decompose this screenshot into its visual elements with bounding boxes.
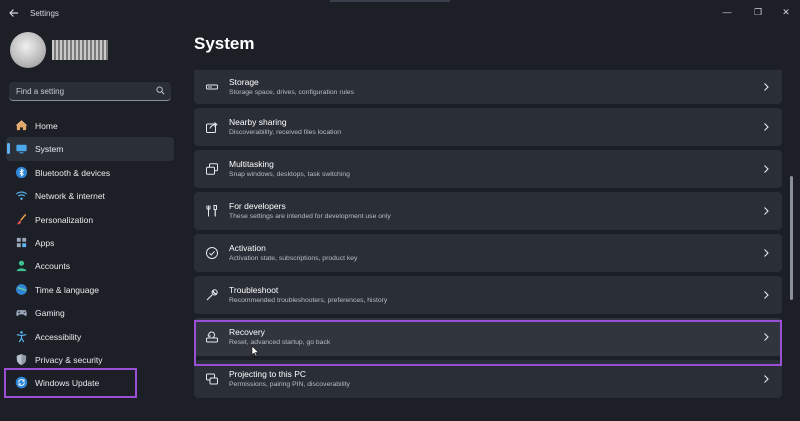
chevron-right-icon — [764, 249, 769, 257]
setting-subtitle: Snap windows, desktops, task switching — [229, 171, 350, 178]
search-icon — [156, 86, 165, 95]
sidebar-item-label: Gaming — [35, 308, 65, 319]
chevron-right-icon — [764, 123, 769, 131]
sidebar-item-home[interactable]: Home — [6, 114, 174, 137]
back-arrow-icon[interactable] — [6, 7, 22, 23]
top-edge-glow — [330, 0, 450, 2]
app-title: Settings — [30, 9, 59, 18]
sidebar-item-network[interactable]: Network & internet — [6, 184, 174, 207]
sidebar-item-label: Accessibility — [35, 331, 82, 342]
active-indicator — [7, 143, 10, 155]
setting-title: Troubleshoot — [229, 285, 279, 295]
setting-troubleshoot[interactable]: Troubleshoot Recommended troubleshooters… — [194, 276, 782, 314]
accessibility-icon — [16, 330, 27, 342]
setting-title: Multitasking — [229, 159, 274, 169]
blurred-user-name — [52, 40, 108, 60]
mouse-pointer-icon — [251, 345, 259, 357]
projecting-icon — [206, 373, 218, 385]
sidebar-item-gaming[interactable]: Gaming — [6, 301, 174, 324]
sidebar-item-label: Network & internet — [35, 191, 105, 202]
avatar[interactable] — [10, 32, 46, 68]
windows-update-highlight-box — [4, 368, 137, 398]
share-icon — [206, 122, 218, 133]
close-button[interactable]: ✕ — [775, 5, 797, 19]
setting-storage[interactable]: Storage Storage space, drives, configura… — [194, 70, 782, 104]
gamepad-icon — [16, 310, 27, 317]
chevron-right-icon — [764, 207, 769, 215]
sidebar-item-apps[interactable]: Apps — [6, 231, 174, 254]
minimize-button[interactable]: — — [716, 5, 738, 19]
setting-title: Activation — [229, 243, 266, 253]
sidebar-item-bluetooth[interactable]: Bluetooth & devices — [6, 161, 174, 184]
shield-icon — [16, 354, 27, 365]
chevron-right-icon — [764, 165, 769, 173]
wifi-icon — [15, 191, 28, 201]
setting-subtitle: Discoverability, received files location — [229, 129, 342, 136]
sidebar-item-label: Time & language — [35, 284, 99, 295]
sidebar-item-label: Bluetooth & devices — [35, 167, 111, 178]
setting-subtitle: Activation state, subscriptions, product… — [229, 255, 358, 262]
setting-for-developers[interactable]: For developers These settings are intend… — [194, 192, 782, 230]
storage-icon — [206, 84, 218, 90]
globe-icon — [16, 283, 27, 295]
sidebar-item-label: System — [35, 144, 64, 155]
wrench-icon — [206, 289, 218, 301]
setting-nearby-sharing[interactable]: Nearby sharing Discoverability, received… — [194, 108, 782, 146]
sidebar-item-label: Home — [35, 121, 58, 131]
sidebar-item-time-language[interactable]: Time & language — [6, 278, 174, 301]
sidebar-item-label: Personalization — [35, 214, 94, 225]
sidebar-item-label: Privacy & security — [35, 354, 103, 365]
apps-icon — [16, 237, 27, 248]
developer-tools-icon — [206, 205, 217, 217]
sidebar-item-personalization[interactable]: Personalization — [6, 208, 174, 231]
system-icon — [16, 145, 27, 154]
scrollbar-thumb[interactable] — [790, 176, 793, 300]
sidebar-nav: Home System Bluetooth & devices Network … — [6, 114, 174, 395]
setting-title: For developers — [229, 201, 286, 211]
chevron-right-icon — [764, 83, 769, 91]
search-placeholder: Find a setting — [16, 87, 65, 96]
page-title: System — [194, 34, 255, 53]
bluetooth-icon — [15, 166, 28, 178]
setting-title: Storage — [229, 77, 259, 87]
setting-subtitle: Permissions, pairing PIN, discoverabilit… — [229, 381, 350, 388]
setting-activation[interactable]: Activation Activation state, subscriptio… — [194, 234, 782, 272]
setting-subtitle: Recommended troubleshooters, preferences… — [229, 297, 388, 304]
chevron-right-icon — [764, 291, 769, 299]
recovery-highlight-box — [194, 320, 782, 366]
brush-icon — [16, 213, 27, 224]
setting-title: Nearby sharing — [229, 117, 287, 127]
title-bar: Settings — ❐ ✕ — [0, 0, 800, 30]
sidebar-item-accessibility[interactable]: Accessibility — [6, 325, 174, 348]
sidebar-item-accounts[interactable]: Accounts — [6, 254, 174, 277]
search-input[interactable]: Find a setting — [9, 82, 171, 101]
home-icon — [16, 120, 27, 131]
activation-check-icon — [206, 247, 218, 259]
sidebar-item-label: Apps — [35, 237, 55, 248]
setting-multitasking[interactable]: Multitasking Snap windows, desktops, tas… — [194, 150, 782, 188]
maximize-button[interactable]: ❐ — [747, 5, 769, 19]
sidebar-item-system[interactable]: System — [6, 137, 174, 161]
setting-title: Projecting to this PC — [229, 369, 307, 379]
multitasking-icon — [206, 163, 218, 175]
chevron-right-icon — [764, 375, 769, 383]
accounts-icon — [16, 260, 27, 272]
setting-subtitle: These settings are intended for developm… — [229, 213, 391, 220]
setting-subtitle: Storage space, drives, configuration rul… — [229, 89, 355, 96]
sidebar-item-label: Accounts — [35, 261, 70, 272]
